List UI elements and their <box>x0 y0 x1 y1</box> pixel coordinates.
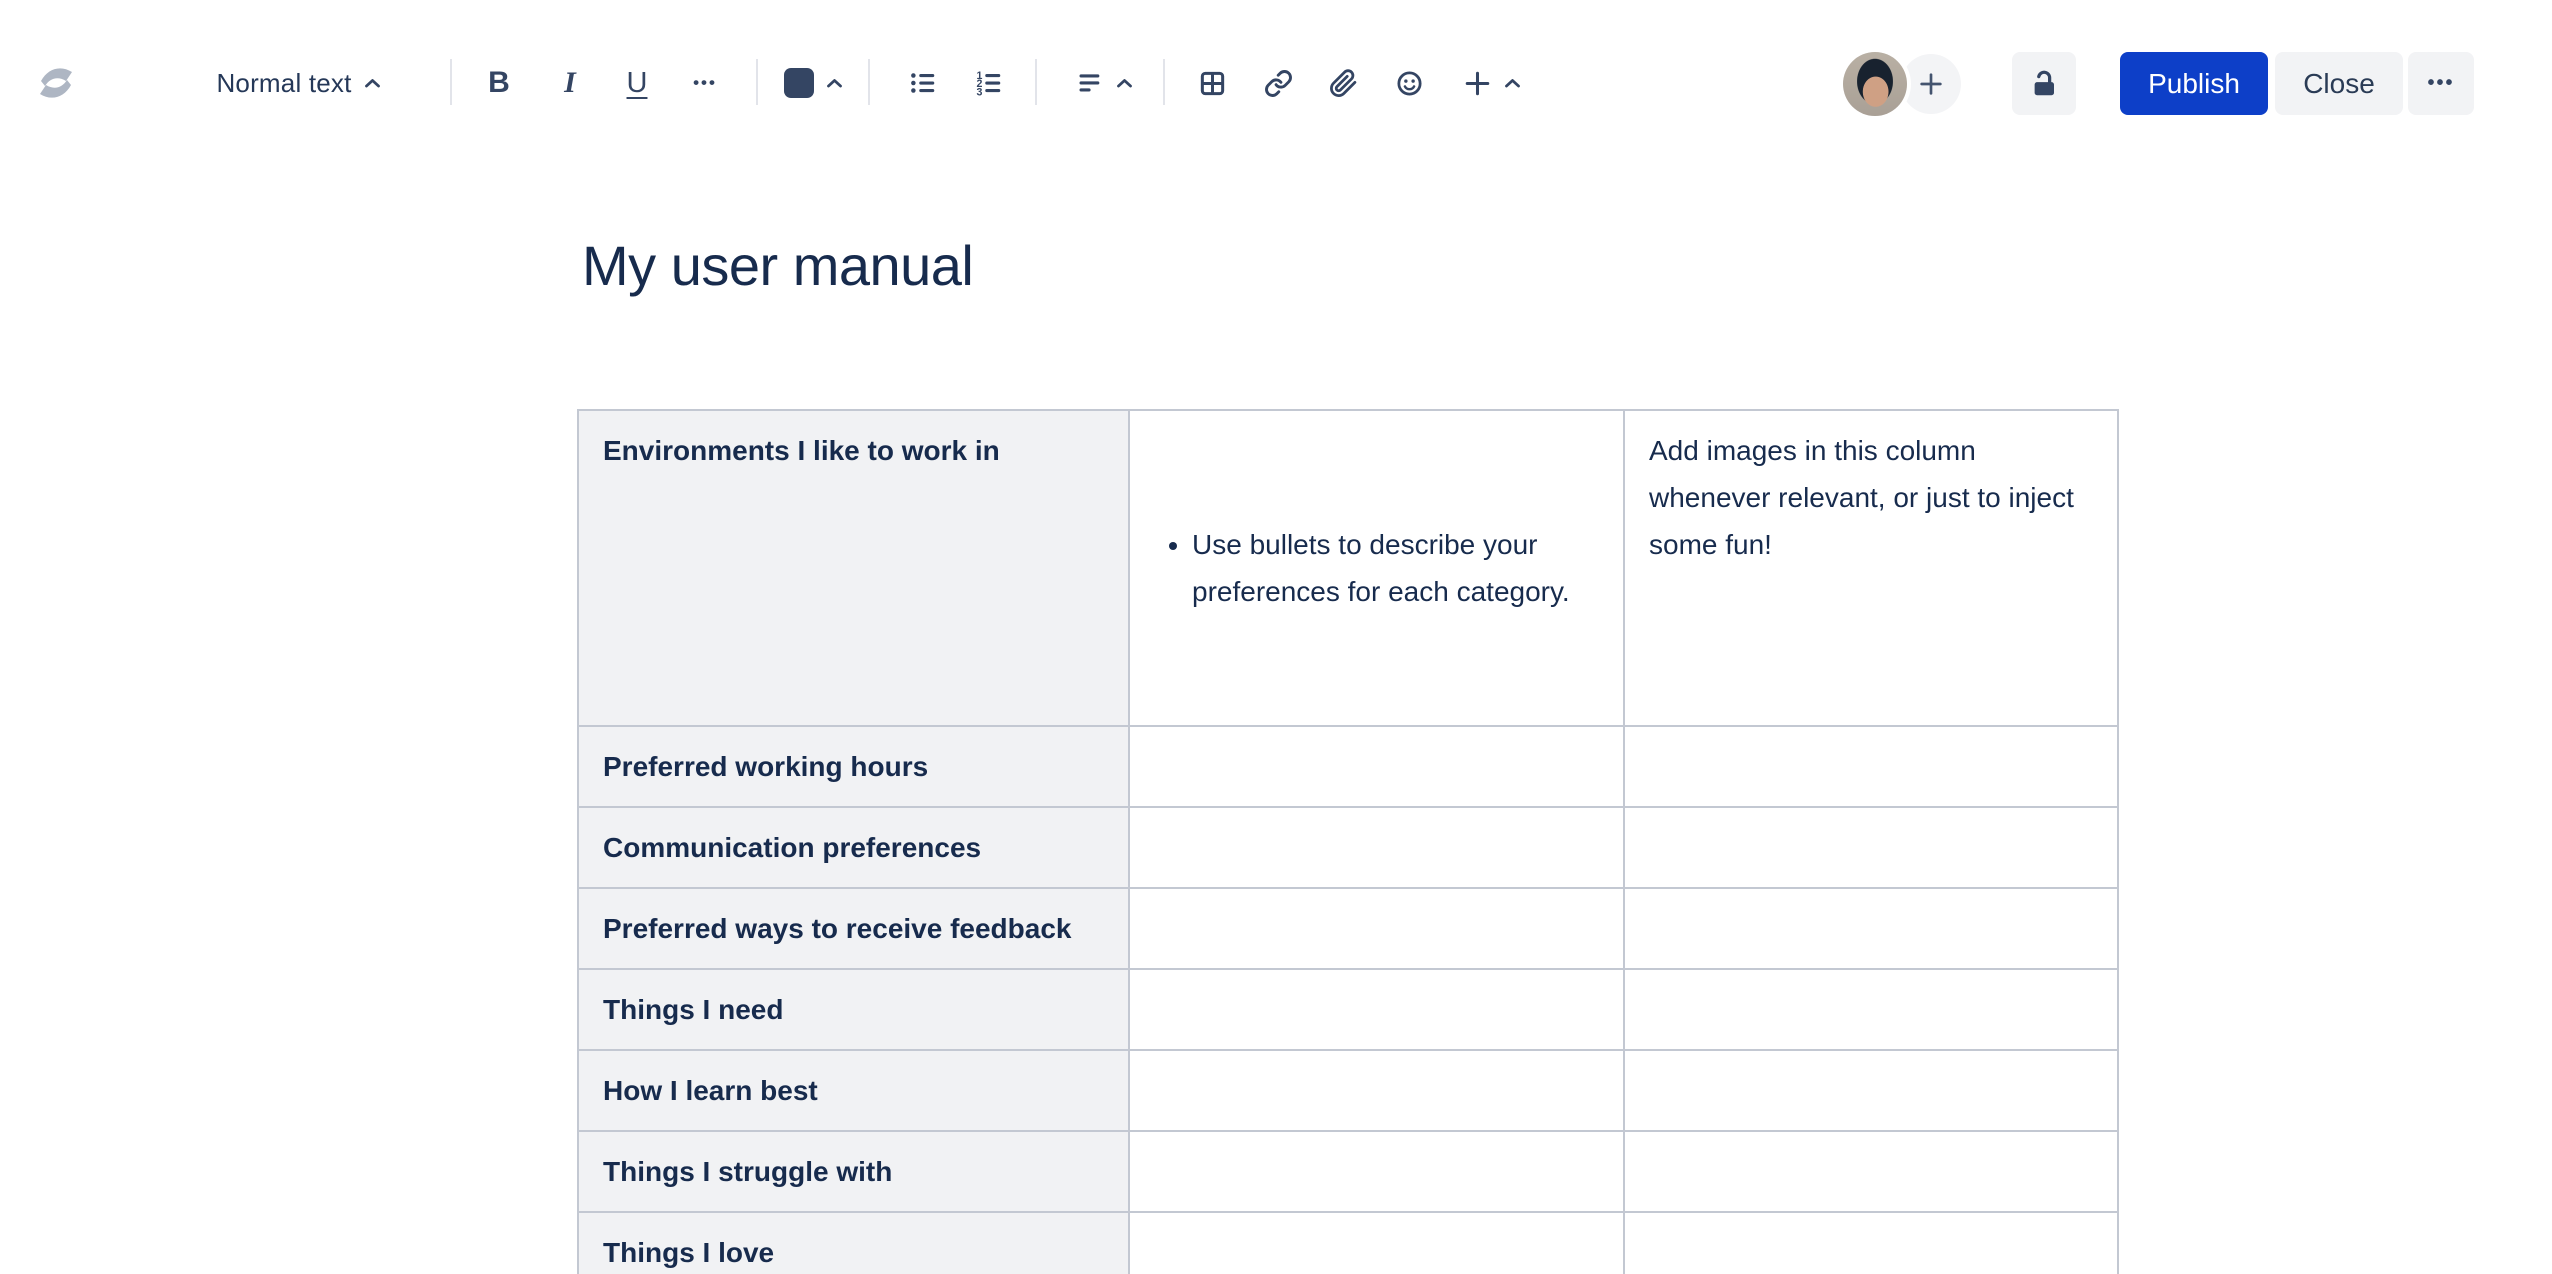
empty-cell[interactable] <box>1623 1049 2119 1132</box>
toolbar-divider <box>1035 59 1037 105</box>
italic-icon: I <box>564 66 576 99</box>
empty-cell[interactable] <box>1623 725 2119 808</box>
numbered-list-icon: 1 2 3 <box>977 70 1001 98</box>
toolbar-divider <box>1163 59 1165 105</box>
toolbar-divider <box>450 59 452 105</box>
bold-icon: B <box>488 66 510 99</box>
chevron-up-icon <box>1116 78 1132 87</box>
text-color-swatch-icon <box>783 68 814 98</box>
row-label-cell[interactable]: Preferred working hours <box>577 725 1130 808</box>
link-icon <box>1264 69 1292 97</box>
more-actions-icon: ••• <box>2427 72 2455 94</box>
more-formatting-button[interactable]: ••• <box>683 52 727 114</box>
row-label-cell[interactable]: How I learn best <box>577 1049 1130 1132</box>
confluence-logo <box>33 52 79 114</box>
publish-button[interactable]: Publish <box>2120 52 2268 115</box>
table-icon <box>1200 71 1224 95</box>
chevron-up-icon <box>364 78 380 87</box>
bullet-list-button[interactable] <box>905 52 941 114</box>
table-row: Preferred working hours <box>577 725 2119 808</box>
text-style-label: Normal text <box>216 67 352 98</box>
row-label-cell[interactable]: Things I need <box>577 968 1130 1051</box>
image-hint-cell[interactable]: Add images in this column whenever relev… <box>1623 409 2119 727</box>
empty-cell[interactable] <box>1128 806 1625 889</box>
content-table: Environments I like to work in Use bulle… <box>577 409 2119 1274</box>
more-formatting-icon: ••• <box>693 73 717 92</box>
bullet-hint-cell[interactable]: Use bullets to describe your preferences… <box>1128 409 1625 727</box>
empty-cell[interactable] <box>1623 1130 2119 1213</box>
plus-icon <box>1465 71 1490 95</box>
row-label-cell[interactable]: Things I love <box>577 1211 1130 1274</box>
page-title[interactable]: My user manual <box>582 233 974 298</box>
empty-cell[interactable] <box>1623 1211 2119 1274</box>
empty-cell[interactable] <box>1623 968 2119 1051</box>
unlock-icon <box>2034 70 2054 95</box>
add-collaborator-button[interactable] <box>1901 54 1961 114</box>
emoji-button[interactable] <box>1392 52 1426 114</box>
toolbar-divider <box>868 59 870 105</box>
unlock-button[interactable] <box>2012 52 2076 115</box>
table-row: Things I need <box>577 968 2119 1051</box>
row-label-cell[interactable]: Communication preferences <box>577 806 1130 889</box>
empty-cell[interactable] <box>1128 1211 1625 1274</box>
numbered-list-button[interactable]: 1 2 3 <box>971 52 1007 114</box>
row-label-cell[interactable]: Things I struggle with <box>577 1130 1130 1213</box>
link-button[interactable] <box>1261 52 1295 114</box>
empty-cell[interactable] <box>1623 806 2119 889</box>
emoji-icon <box>1396 70 1422 96</box>
align-button[interactable] <box>1068 52 1140 114</box>
empty-cell[interactable] <box>1128 725 1625 808</box>
toolbar-divider <box>756 59 758 105</box>
align-left-icon <box>1079 74 1099 92</box>
empty-cell[interactable] <box>1128 1130 1625 1213</box>
bullet-list-icon <box>911 73 935 93</box>
empty-cell[interactable] <box>1623 887 2119 970</box>
plus-icon <box>1920 73 1942 95</box>
text-color-button[interactable] <box>780 52 846 114</box>
underline-icon: U <box>626 66 648 99</box>
table-row: Things I love <box>577 1211 2119 1274</box>
bullet-item: Use bullets to describe your preferences… <box>1192 521 1599 615</box>
empty-cell[interactable] <box>1128 1049 1625 1132</box>
chevron-up-icon <box>826 78 842 87</box>
table-row: Environments I like to work in Use bulle… <box>577 409 2119 727</box>
insert-button[interactable] <box>1455 52 1529 114</box>
editor-screen: Normal text B I U ••• 1 2 3 Publish Clos… <box>0 0 2552 1274</box>
bold-button[interactable]: B <box>479 52 519 114</box>
row-label-cell[interactable]: Environments I like to work in <box>577 409 1130 727</box>
table-row: Communication preferences <box>577 806 2119 889</box>
bullet-list: Use bullets to describe your preferences… <box>1154 474 1599 662</box>
close-button[interactable]: Close <box>2275 52 2403 115</box>
table-row: Preferred ways to receive feedback <box>577 887 2119 970</box>
user-avatar[interactable] <box>1843 52 1907 116</box>
svg-text:3: 3 <box>977 86 983 98</box>
empty-cell[interactable] <box>1128 968 1625 1051</box>
text-style-dropdown[interactable]: Normal text <box>196 52 401 114</box>
row-label-cell[interactable]: Preferred ways to receive feedback <box>577 887 1130 970</box>
underline-button[interactable]: U <box>617 52 657 114</box>
table-row: Things I struggle with <box>577 1130 2119 1213</box>
chevron-up-icon <box>1505 78 1520 87</box>
more-actions-button[interactable]: ••• <box>2408 52 2474 115</box>
paperclip-icon <box>1329 68 1356 97</box>
table-button[interactable] <box>1195 52 1229 114</box>
editor-toolbar: Normal text B I U ••• 1 2 3 Publish Clos… <box>0 0 2552 150</box>
attachment-button[interactable] <box>1326 52 1360 114</box>
empty-cell[interactable] <box>1128 887 1625 970</box>
confluence-logo-icon <box>40 68 72 98</box>
italic-button[interactable]: I <box>550 52 590 114</box>
table-row: How I learn best <box>577 1049 2119 1132</box>
